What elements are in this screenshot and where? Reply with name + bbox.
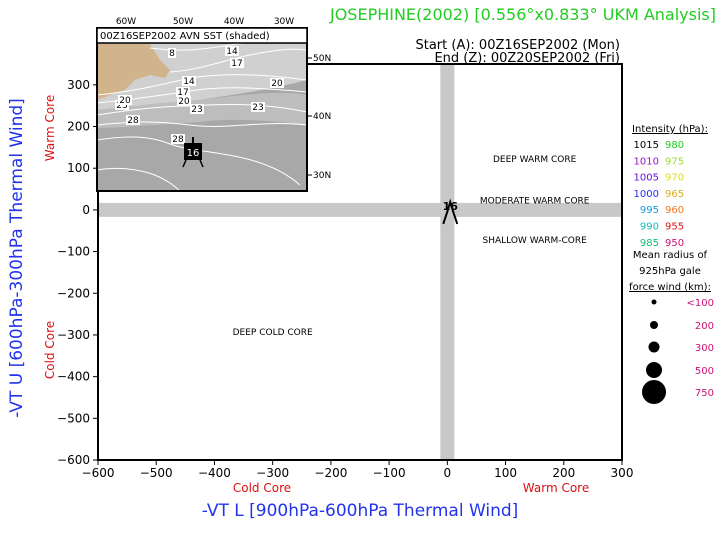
- intensity-value: 1010: [634, 156, 659, 167]
- y-tick-label: 300: [67, 78, 90, 92]
- contour-label: 20: [178, 97, 190, 107]
- radius-marker: [642, 380, 666, 404]
- region-label: MODERATE WARM CORE: [480, 197, 590, 207]
- y-tick-label: 100: [67, 161, 90, 175]
- radius-marker: [646, 362, 662, 378]
- x-tick-label: −100: [373, 466, 406, 480]
- radius-label: 200: [695, 321, 714, 332]
- radius-label: 300: [695, 343, 714, 354]
- intensity-value: 960: [665, 205, 684, 216]
- x-axis-title: -VT L [900hPa-600hPa Thermal Wind]: [202, 501, 519, 521]
- intensity-value: 995: [640, 205, 659, 216]
- intensity-value: 950: [665, 238, 684, 249]
- contour-label: 28: [127, 116, 139, 126]
- contour-label: 14: [183, 77, 195, 87]
- inset-lat-label: 40N: [313, 112, 331, 122]
- radius-marker: [651, 299, 657, 305]
- contour-label: 23: [252, 103, 263, 113]
- x-tick-label: −500: [140, 466, 173, 480]
- inset-lon-label: 60W: [116, 17, 136, 27]
- y-tick-label: −500: [57, 411, 90, 425]
- contour-label: 23: [191, 105, 202, 115]
- intensity-value: 970: [665, 173, 684, 184]
- x-warm-core-label: Warm Core: [523, 481, 589, 495]
- y-tick-label: −100: [57, 245, 90, 259]
- y-tick-label: −400: [57, 370, 90, 384]
- y-cold-core-label: Cold Core: [43, 321, 57, 379]
- sst-inset-map: 00Z16SEP2002 AVN SST (shaded) 60W 50W 40W 3…: [96, 17, 331, 192]
- y-tick-label: −300: [57, 328, 90, 342]
- contour-label: 20: [119, 96, 131, 106]
- region-label: SHALLOW WARM-CORE: [483, 236, 588, 246]
- crosshair-vertical: [440, 64, 455, 460]
- chart-title: JOSEPHINE(2002) [0.556°x0.833° UKM Analy…: [329, 5, 716, 24]
- inset-lat-label: 50N: [313, 54, 331, 64]
- contour-label: 20: [271, 79, 283, 89]
- inset-storm-label: 16: [187, 148, 200, 159]
- x-tick-label: −300: [256, 466, 289, 480]
- y-axis-title: -VT U [600hPa-300hPa Thermal Wind]: [7, 98, 27, 418]
- contour-label: 17: [231, 59, 242, 69]
- intensity-value: 980: [665, 140, 684, 151]
- intensity-legend: 1015 980 1010 975 1005 970 1000 965 995 960 990 955…: [634, 140, 685, 249]
- radius-legend: <100 200 300 500 750: [642, 298, 714, 404]
- intensity-value: 1015: [634, 140, 659, 151]
- x-tick-label: −600: [82, 466, 115, 480]
- intensity-legend-title: Intensity (hPa):: [632, 124, 708, 135]
- track-point-label: 16: [443, 200, 459, 213]
- intensity-value: 1005: [634, 173, 659, 184]
- contour-label: 28: [172, 135, 184, 145]
- inset-lon-labels: 60W 50W 40W 30W: [116, 17, 294, 27]
- x-tick-label: 300: [611, 466, 634, 480]
- y-tick-label: 0: [82, 203, 90, 217]
- radius-label: 750: [695, 388, 714, 399]
- radius-title-1: Mean radius of: [633, 250, 708, 261]
- radius-marker: [648, 341, 660, 353]
- x-tick-label: 0: [444, 466, 452, 480]
- inset-lon-label: 50W: [173, 17, 193, 27]
- intensity-value: 985: [640, 238, 659, 249]
- inset-lon-label: 30W: [274, 17, 294, 27]
- intensity-value: 975: [665, 156, 684, 167]
- contour-label: 8: [169, 49, 175, 59]
- inset-title: 00Z16SEP2002 AVN SST (shaded): [100, 31, 270, 42]
- radius-label: 500: [695, 366, 714, 377]
- intensity-value: 965: [665, 189, 684, 200]
- contour-label: 14: [226, 47, 238, 57]
- x-tick-label: 200: [552, 466, 575, 480]
- y-axis: 300 200 100 0 −100 −200 −300 −400 −500 −600: [57, 78, 98, 467]
- legend: Intensity (hPa): 1015 9801010 9751005 97010…: [629, 124, 714, 404]
- cyclone-phase-chart: DEEP WARM CORE MODERATE WARM CORE SHALLOW …: [7, 5, 716, 521]
- radius-title-3: force wind (km):: [629, 282, 711, 293]
- x-tick-label: −200: [314, 466, 347, 480]
- intensity-value: 990: [640, 222, 659, 233]
- inset-lon-label: 40W: [224, 17, 244, 27]
- inset-lat-label: 30N: [313, 171, 331, 181]
- y-tick-label: −600: [57, 453, 90, 467]
- y-tick-label: −200: [57, 286, 90, 300]
- radius-title-2: 925hPa gale: [639, 266, 701, 277]
- y-tick-label: 200: [67, 120, 90, 134]
- intensity-value: 955: [665, 222, 684, 233]
- region-label: DEEP COLD CORE: [233, 328, 313, 338]
- radius-label: <100: [687, 298, 714, 309]
- intensity-value: 1000: [634, 189, 659, 200]
- region-label: DEEP WARM CORE: [493, 155, 577, 165]
- y-warm-core-label: Warm Core: [43, 95, 57, 161]
- x-cold-core-label: Cold Core: [233, 481, 291, 495]
- x-tick-label: 100: [494, 466, 517, 480]
- x-tick-label: −400: [198, 466, 231, 480]
- x-axis: −600 −500 −400 −300 −200 −100 0 100 200 300: [82, 460, 634, 480]
- radius-marker: [650, 321, 658, 329]
